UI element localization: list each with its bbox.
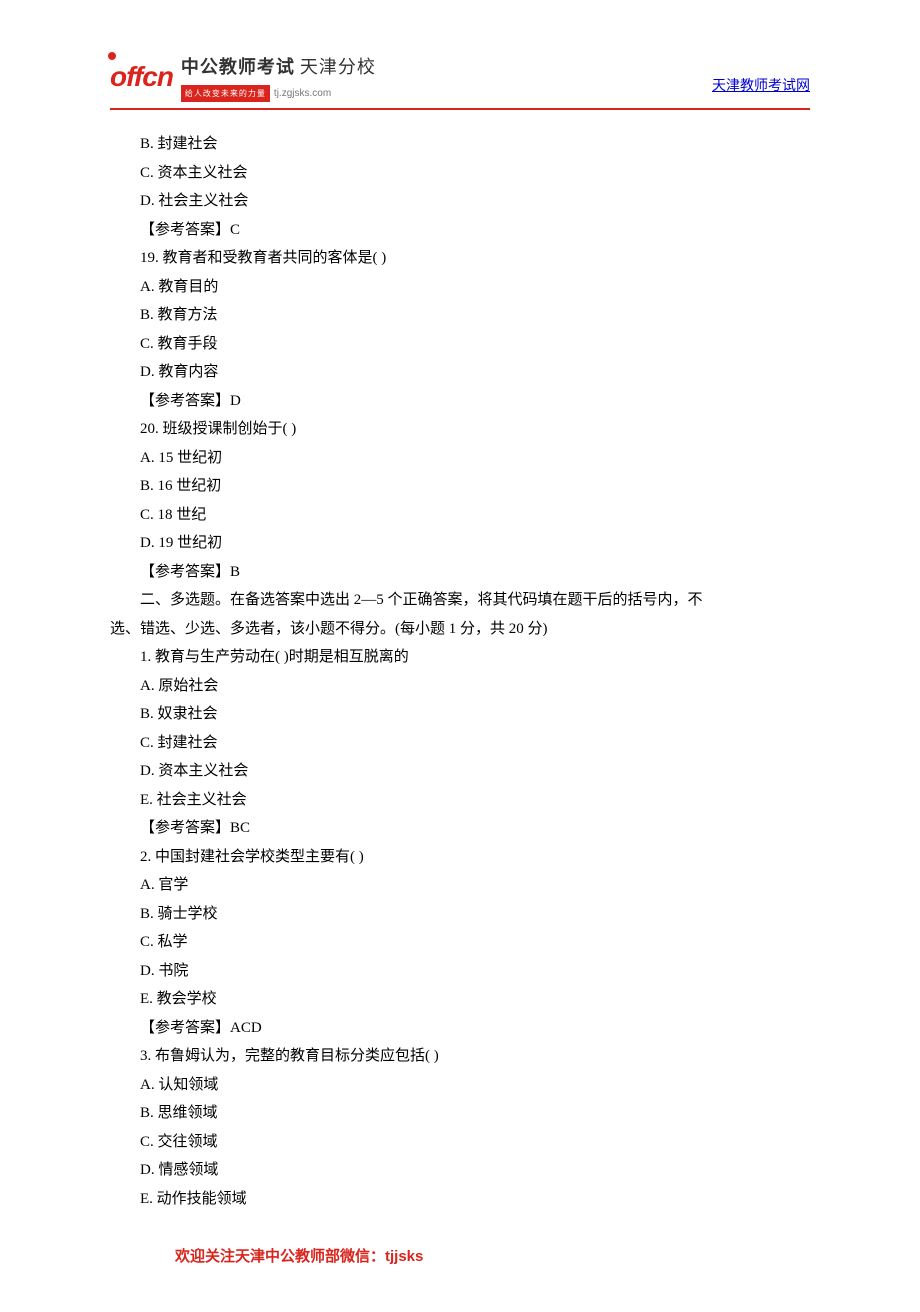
- option-text: C. 私学: [110, 928, 810, 957]
- question-text: 1. 教育与生产劳动在( )时期是相互脱离的: [110, 643, 810, 672]
- option-text: D. 资本主义社会: [110, 757, 810, 786]
- brand-url: tj.zgjsks.com: [274, 84, 331, 103]
- option-text: D. 教育内容: [110, 358, 810, 387]
- option-text: B. 封建社会: [110, 130, 810, 159]
- option-text: C. 资本主义社会: [110, 159, 810, 188]
- document-body: B. 封建社会 C. 资本主义社会 D. 社会主义社会 【参考答案】C 19. …: [110, 130, 810, 1213]
- question-text: 3. 布鲁姆认为，完整的教育目标分类应包括( ): [110, 1042, 810, 1071]
- option-text: B. 骑士学校: [110, 900, 810, 929]
- option-text: A. 官学: [110, 871, 810, 900]
- logo-text-block: 中公教师考试天津分校 给人改变未来的力量 tj.zgjsks.com: [181, 50, 376, 103]
- answer-text: 【参考答案】B: [110, 558, 810, 587]
- answer-text: 【参考答案】C: [110, 216, 810, 245]
- answer-text: 【参考答案】D: [110, 387, 810, 416]
- brand-main: 中公教师考试: [181, 57, 295, 77]
- page-footer: 欢迎关注天津中公教师部微信：tjjsks: [110, 1243, 810, 1272]
- option-text: A. 15 世纪初: [110, 444, 810, 473]
- question-text: 20. 班级授课制创始于( ): [110, 415, 810, 444]
- option-text: D. 社会主义社会: [110, 187, 810, 216]
- option-text: C. 交往领域: [110, 1128, 810, 1157]
- option-text: A. 教育目的: [110, 273, 810, 302]
- option-text: E. 教会学校: [110, 985, 810, 1014]
- brand-branch: 天津分校: [300, 57, 376, 77]
- question-text: 19. 教育者和受教育者共同的客体是( ): [110, 244, 810, 273]
- option-text: E. 社会主义社会: [110, 786, 810, 815]
- footer-text: 欢迎关注天津中公教师部微信：tjjsks: [175, 1248, 423, 1265]
- option-text: C. 18 世纪: [110, 501, 810, 530]
- option-text: E. 动作技能领域: [110, 1185, 810, 1214]
- option-text: A. 原始社会: [110, 672, 810, 701]
- logo-offcn-icon: offcn: [110, 50, 173, 103]
- option-text: B. 16 世纪初: [110, 472, 810, 501]
- brand-tagline: 给人改变未来的力量: [181, 85, 270, 102]
- option-text: B. 思维领域: [110, 1099, 810, 1128]
- option-text: D. 书院: [110, 957, 810, 986]
- page-header: offcn 中公教师考试天津分校 给人改变未来的力量 tj.zgjsks.com…: [110, 50, 810, 110]
- option-text: C. 教育手段: [110, 330, 810, 359]
- document-page: offcn 中公教师考试天津分校 给人改变未来的力量 tj.zgjsks.com…: [0, 0, 920, 1312]
- option-text: B. 教育方法: [110, 301, 810, 330]
- site-link[interactable]: 天津教师考试网: [712, 74, 810, 101]
- option-text: C. 封建社会: [110, 729, 810, 758]
- option-text: B. 奴隶社会: [110, 700, 810, 729]
- logo-block: offcn 中公教师考试天津分校 给人改变未来的力量 tj.zgjsks.com: [110, 50, 376, 103]
- answer-text: 【参考答案】BC: [110, 814, 810, 843]
- section-intro: 二、多选题。在备选答案中选出 2—5 个正确答案，将其代码填在题干后的括号内，不: [110, 586, 810, 615]
- option-text: D. 19 世纪初: [110, 529, 810, 558]
- section-intro-cont: 选、错选、少选、多选者，该小题不得分。(每小题 1 分，共 20 分): [110, 615, 810, 644]
- option-text: A. 认知领域: [110, 1071, 810, 1100]
- answer-text: 【参考答案】ACD: [110, 1014, 810, 1043]
- question-text: 2. 中国封建社会学校类型主要有( ): [110, 843, 810, 872]
- brand-name: 中公教师考试天津分校: [181, 50, 376, 84]
- brand-subline: 给人改变未来的力量 tj.zgjsks.com: [181, 84, 376, 103]
- option-text: D. 情感领域: [110, 1156, 810, 1185]
